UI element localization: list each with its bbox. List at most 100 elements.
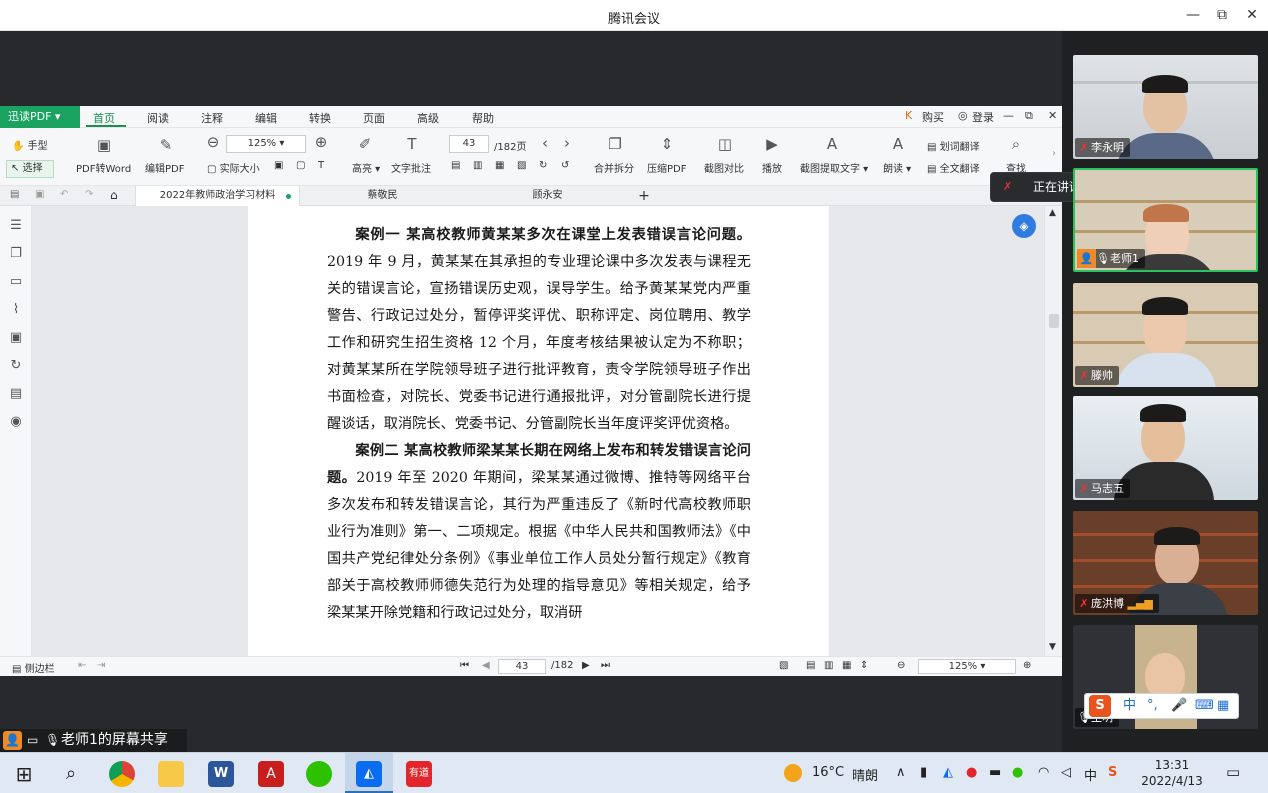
fit-page-icon[interactable]: ▣: [274, 160, 283, 171]
menu-edit[interactable]: 编辑: [255, 110, 277, 126]
restore-button[interactable]: ⧉: [1211, 5, 1233, 25]
zoom-out-icon[interactable]: ⊖: [205, 133, 221, 151]
rotate-cw-icon[interactable]: ↻: [539, 160, 547, 171]
tray-expand-icon[interactable]: ∧: [896, 765, 906, 780]
participant-tile-5[interactable]: ✗ 庞洪博 ▂▄▆: [1073, 511, 1258, 615]
read-aloud-button[interactable]: 朗读 ▾: [883, 160, 911, 175]
scroll-up-icon[interactable]: ▲: [1049, 208, 1056, 218]
select-tool[interactable]: ↖ 选择: [6, 160, 54, 178]
menu-advanced[interactable]: 高级: [417, 110, 439, 126]
youdao-icon[interactable]: 有道: [406, 761, 432, 787]
crop-icon[interactable]: ▧: [779, 660, 788, 671]
windows-start-icon[interactable]: ⊞: [11, 761, 37, 787]
ime-voice-icon[interactable]: 🎤: [1171, 694, 1187, 718]
tray-device-icon[interactable]: ▬: [989, 765, 1001, 780]
highlight-button[interactable]: 高亮 ▾: [352, 160, 380, 175]
volume-icon[interactable]: ◁: [1061, 765, 1071, 780]
tray-sogou-icon[interactable]: S: [1108, 765, 1117, 780]
menu-annotate[interactable]: 注释: [201, 110, 223, 126]
thumbnails-icon[interactable]: ❐: [9, 246, 23, 261]
menu-page[interactable]: 页面: [363, 110, 385, 126]
pdf-minimize-icon[interactable]: —: [1003, 109, 1014, 122]
next-page-icon[interactable]: ›: [559, 134, 575, 152]
play-button[interactable]: 播放: [762, 160, 782, 175]
chrome-icon[interactable]: [109, 761, 135, 787]
text-note-button[interactable]: 文字批注: [391, 160, 431, 175]
zoom-select[interactable]: 125% ▾: [226, 135, 306, 153]
word-icon[interactable]: W: [208, 761, 234, 787]
actual-size-button[interactable]: ▢ 实际大小: [207, 160, 260, 175]
prev-page-icon[interactable]: ‹: [537, 134, 553, 152]
participant-tile-3[interactable]: ✗ 滕帅: [1073, 283, 1258, 387]
forward-icon[interactable]: ⇥: [97, 660, 105, 671]
outline-icon[interactable]: ☰: [9, 218, 23, 233]
pdf-restore-icon[interactable]: ⧉: [1025, 109, 1033, 123]
compress-button[interactable]: 压缩PDF: [647, 160, 686, 175]
weather-desc[interactable]: 晴朗: [852, 765, 878, 784]
notifications-icon[interactable]: ▭: [1226, 763, 1240, 781]
participant-tile-2[interactable]: 👤 🎙老师1: [1073, 168, 1258, 272]
single-page-icon[interactable]: ▤: [451, 160, 460, 171]
record-icon[interactable]: ◉: [9, 414, 23, 429]
print-icon[interactable]: ▤: [10, 189, 19, 200]
redo-icon[interactable]: ↷: [85, 189, 93, 200]
ime-grid-icon[interactable]: ▦: [1217, 694, 1229, 718]
ai-assistant-button[interactable]: ◈: [1012, 214, 1036, 238]
ocr-button[interactable]: 截图提取文字 ▾: [800, 160, 868, 175]
status-page-input[interactable]: 43: [498, 659, 546, 674]
menu-convert[interactable]: 转换: [309, 110, 331, 126]
page-number-input[interactable]: 43: [449, 135, 489, 153]
hand-tool[interactable]: ✋ 手型: [12, 137, 48, 152]
status-prev-page-icon[interactable]: ◀: [482, 660, 490, 671]
buy-icon[interactable]: K: [905, 109, 912, 122]
full-translate-button[interactable]: ▤ 全文翻译: [927, 160, 980, 175]
refresh-icon[interactable]: ↻: [9, 358, 23, 373]
tencent-meeting-icon[interactable]: ◭: [356, 761, 382, 787]
fit-width-icon[interactable]: ▢: [296, 160, 305, 171]
tray-qq-icon[interactable]: ●: [966, 765, 977, 780]
scroll-icon[interactable]: ▧: [517, 160, 526, 171]
tray-meeting-icon[interactable]: ◭: [943, 765, 953, 780]
participant-tile-1[interactable]: ✗ 李永明: [1073, 55, 1258, 159]
buy-link[interactable]: 购买: [922, 109, 944, 125]
menu-home[interactable]: 首页: [93, 110, 115, 126]
convert-icon[interactable]: ▣: [9, 330, 23, 345]
toolbar-more-icon[interactable]: ›: [1052, 148, 1056, 159]
tab-document-1[interactable]: 2022年教师政治学习材料: [135, 186, 300, 206]
home-icon[interactable]: ⌂: [110, 188, 118, 202]
save-icon[interactable]: ▣: [35, 189, 44, 200]
word-translate-button[interactable]: ▤ 划词翻译: [927, 138, 980, 153]
weather-temp[interactable]: 16°C: [812, 765, 844, 780]
sidebar-toggle[interactable]: ▤ 侧边栏: [12, 660, 55, 675]
first-page-icon[interactable]: ⏮: [460, 660, 469, 671]
taskbar-clock[interactable]: 13:31 2022/4/13: [1140, 757, 1204, 789]
tab-document-3[interactable]: 顾永安: [465, 186, 630, 206]
undo-icon[interactable]: ↶: [60, 189, 68, 200]
comments-icon[interactable]: ▭: [9, 274, 23, 289]
tray-mic-icon[interactable]: ▮: [920, 765, 927, 780]
status-zoom-out-icon[interactable]: ⊖: [897, 660, 905, 671]
view-fit-icon[interactable]: ⇕: [860, 660, 868, 671]
view-continuous-icon[interactable]: ▦: [842, 660, 851, 671]
last-page-icon[interactable]: ⏭: [601, 660, 610, 671]
attachment-icon[interactable]: ⌇: [9, 302, 23, 317]
view-double-icon[interactable]: ▥: [824, 660, 833, 671]
pdf-to-word-button[interactable]: PDF转Word: [76, 160, 131, 175]
new-tab-button[interactable]: +: [634, 186, 654, 206]
search-icon[interactable]: ⌕: [58, 761, 84, 787]
wechat-icon[interactable]: [306, 761, 332, 787]
file-explorer-icon[interactable]: [158, 761, 184, 787]
status-next-page-icon[interactable]: ▶: [582, 660, 590, 671]
text-icon[interactable]: T: [318, 160, 324, 171]
translate-icon[interactable]: ▤: [9, 386, 23, 401]
rotate-ccw-icon[interactable]: ↺: [561, 160, 569, 171]
acrobat-icon[interactable]: A: [258, 761, 284, 787]
zoom-in-icon[interactable]: ⊕: [313, 133, 329, 151]
edit-pdf-button[interactable]: 编辑PDF: [145, 160, 184, 175]
participant-tile-4[interactable]: ✗ 马志五: [1073, 396, 1258, 500]
ime-keyboard-icon[interactable]: ⌨: [1195, 694, 1214, 718]
view-single-icon[interactable]: ▤: [806, 660, 815, 671]
vertical-scrollbar[interactable]: ▲ ▼: [1044, 206, 1062, 656]
minimize-button[interactable]: —: [1182, 5, 1204, 25]
status-zoom-in-icon[interactable]: ⊕: [1023, 660, 1031, 671]
